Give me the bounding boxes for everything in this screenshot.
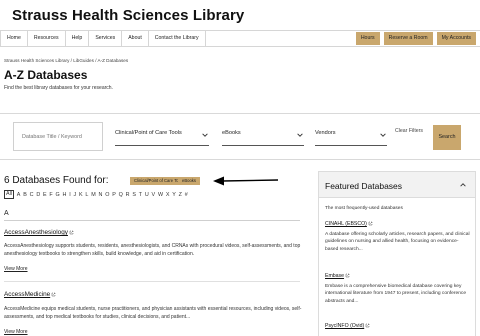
database-description: AccessMedicine equips medical students, … xyxy=(4,306,302,320)
alpha-all[interactable]: All xyxy=(4,190,14,199)
view-more-link[interactable]: View More xyxy=(4,266,28,272)
site-title[interactable]: Strauss Health Sciences Library xyxy=(12,7,244,24)
nav-menu: Home Resources Help Services About Conta… xyxy=(0,31,206,46)
type-select-value: eBooks xyxy=(222,130,241,136)
nav-item-resources[interactable]: Resources xyxy=(28,31,66,46)
breadcrumb-item-library[interactable]: Strauss Health Sciences Library xyxy=(4,58,69,63)
nav-item-contact[interactable]: Contact the Library xyxy=(149,31,206,46)
alpha-letter[interactable]: O xyxy=(105,192,109,198)
database-title[interactable]: AccessAnesthesiology xyxy=(4,229,74,236)
breadcrumb-separator: / xyxy=(70,58,72,63)
alphabet-filter: All A B C D E F G H I J K L M N O P Q R … xyxy=(4,190,188,199)
alpha-letter[interactable]: B xyxy=(23,192,27,198)
alpha-letter[interactable]: R xyxy=(126,192,130,198)
alpha-letter[interactable]: V xyxy=(152,192,156,198)
database-description: AccessAnesthesiology supports students, … xyxy=(4,243,301,257)
alpha-letter[interactable]: L xyxy=(85,192,88,198)
alpha-letter[interactable]: P xyxy=(112,192,116,198)
alpha-letter[interactable]: D xyxy=(36,192,40,198)
featured-databases-panel: Featured Databases The most frequently-u… xyxy=(318,171,476,336)
page-title: A-Z Databases xyxy=(4,68,88,82)
featured-item-link[interactable]: CINAHL (EBSCO) xyxy=(325,221,373,227)
alpha-letter[interactable]: T xyxy=(139,192,142,198)
external-link-icon xyxy=(365,323,370,328)
alpha-letter[interactable]: F xyxy=(49,192,52,198)
vendor-select-value: Vendors xyxy=(315,130,336,136)
alpha-letter[interactable]: E xyxy=(43,192,47,198)
breadcrumb-separator: / xyxy=(95,58,97,63)
breadcrumb-item-current: A-Z Databases xyxy=(97,58,129,63)
subject-select[interactable]: Clinical/Point of Care Tools xyxy=(115,130,209,146)
nav-item-services[interactable]: Services xyxy=(89,31,123,46)
type-select[interactable]: eBooks xyxy=(222,130,304,146)
database-title[interactable]: AccessMedicine xyxy=(4,291,56,298)
filter-bar: Clinical/Point of Care Tools eBooks Vend… xyxy=(0,113,480,160)
featured-intro: The most frequently-used databases xyxy=(325,206,403,211)
alpha-letter[interactable]: G xyxy=(56,192,60,198)
hours-button[interactable]: Hours xyxy=(355,32,380,45)
item-divider xyxy=(4,281,300,282)
chevron-down-icon xyxy=(380,133,386,137)
alpha-letter[interactable]: Y xyxy=(172,192,176,198)
alpha-letter[interactable]: # xyxy=(185,192,188,198)
nav-actions: Hours Reserve a Room My Accounts xyxy=(355,32,476,45)
nav-item-help[interactable]: Help xyxy=(66,31,90,46)
search-input[interactable] xyxy=(13,122,103,151)
external-link-icon xyxy=(368,221,373,226)
filter-tag-ebooks[interactable]: eBooks xyxy=(178,177,200,185)
alpha-letter[interactable]: Q xyxy=(119,192,123,198)
alpha-letter[interactable]: C xyxy=(30,192,34,198)
featured-item-name: CINAHL (EBSCO) xyxy=(325,221,367,227)
alpha-letter[interactable]: N xyxy=(99,192,103,198)
featured-item-description: Embase is a comprehensive biomedical dat… xyxy=(325,284,467,304)
main-nav: Home Resources Help Services About Conta… xyxy=(0,30,480,47)
breadcrumb: Strauss Health Sciences Library / LibGui… xyxy=(4,58,128,63)
alpha-letter[interactable]: X xyxy=(166,192,170,198)
database-title-text: AccessAnesthesiology xyxy=(4,229,68,236)
page-subtitle: Find the best library databases for your… xyxy=(4,85,113,91)
featured-item-name: PsycINFO (Ovid) xyxy=(325,323,365,329)
breadcrumb-item-libguides[interactable]: LibGuides xyxy=(73,58,94,63)
external-link-icon xyxy=(51,292,56,297)
external-link-icon xyxy=(345,273,350,278)
alpha-letter[interactable]: A xyxy=(17,192,21,198)
chevron-up-icon[interactable] xyxy=(459,181,467,189)
external-link-icon xyxy=(69,230,74,235)
featured-header[interactable]: Featured Databases xyxy=(319,172,475,198)
alpha-letter[interactable]: K xyxy=(79,192,83,198)
alpha-letter[interactable]: U xyxy=(145,192,149,198)
nav-item-about[interactable]: About xyxy=(122,31,149,46)
alpha-letter[interactable]: J xyxy=(74,192,77,198)
alpha-letter[interactable]: M xyxy=(91,192,96,198)
vendor-select[interactable]: Vendors xyxy=(315,130,387,146)
results-heading: 6 Databases Found for: xyxy=(4,175,109,186)
nav-item-home[interactable]: Home xyxy=(0,31,28,46)
clear-filters-button[interactable]: Clear Filters xyxy=(394,128,424,135)
reserve-room-button[interactable]: Reserve a Room xyxy=(383,32,433,45)
chevron-down-icon xyxy=(202,133,208,137)
alpha-letter[interactable]: I xyxy=(69,192,71,198)
featured-item-description: A database offering scholarly articles, … xyxy=(325,232,470,252)
featured-item-name: Embase xyxy=(325,273,345,279)
my-accounts-button[interactable]: My Accounts xyxy=(436,32,476,45)
database-title-text: AccessMedicine xyxy=(4,291,51,298)
section-divider xyxy=(4,220,300,221)
chevron-down-icon xyxy=(297,133,303,137)
featured-title: Featured Databases xyxy=(325,181,403,191)
featured-item-link[interactable]: PsycINFO (Ovid) xyxy=(325,323,370,329)
featured-item-link[interactable]: Embase xyxy=(325,273,350,279)
subject-select-value: Clinical/Point of Care Tools xyxy=(115,130,182,136)
alpha-letter[interactable]: W xyxy=(158,192,163,198)
search-button[interactable]: Search xyxy=(433,125,461,150)
section-letter: A xyxy=(4,210,9,217)
alpha-letter[interactable]: H xyxy=(63,192,67,198)
alpha-letter[interactable]: Z xyxy=(179,192,182,198)
alpha-letter[interactable]: S xyxy=(132,192,136,198)
view-more-link[interactable]: View More xyxy=(4,329,28,335)
arrow-left-icon xyxy=(213,176,279,186)
